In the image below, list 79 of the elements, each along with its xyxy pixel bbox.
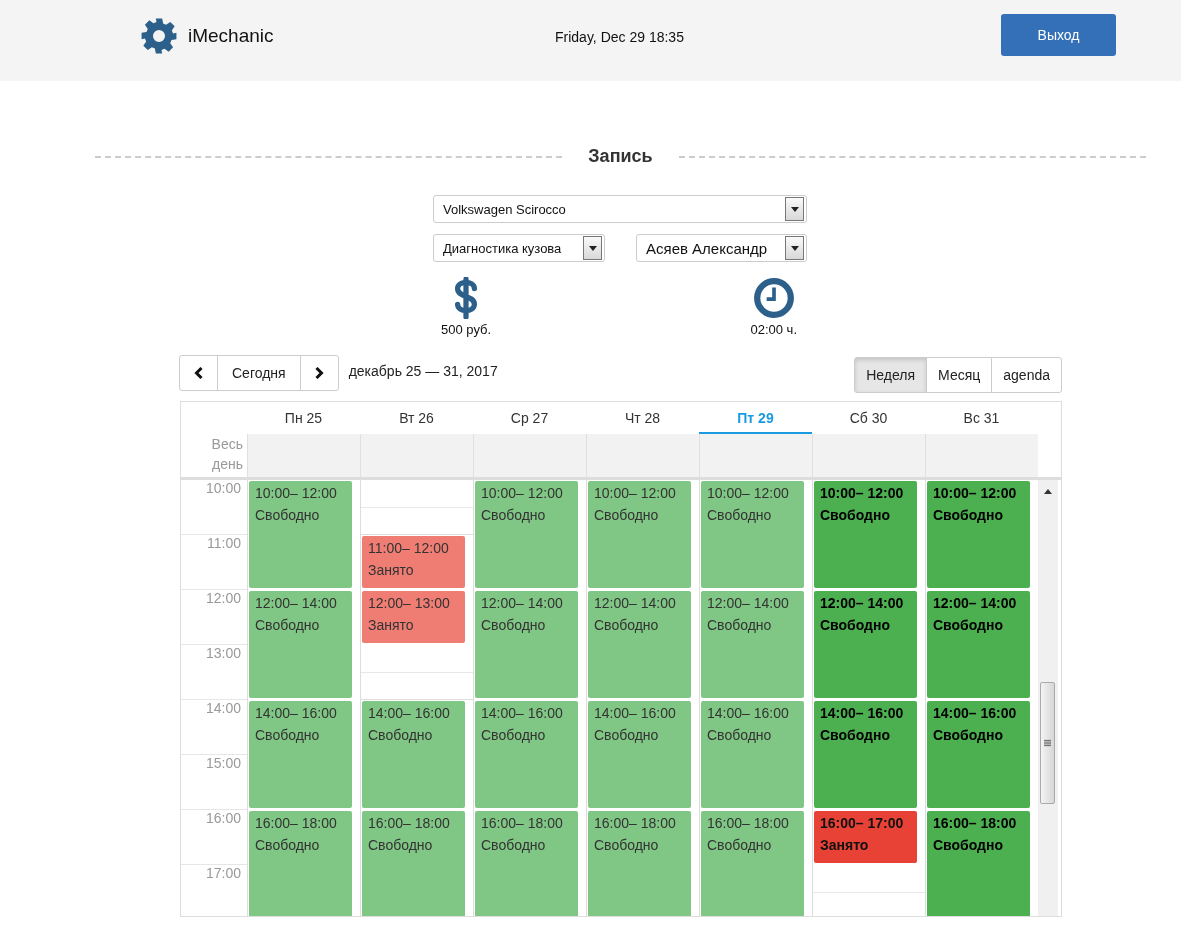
day-header: Ср 27 — [509, 409, 550, 428]
gear-icon — [140, 16, 178, 55]
next-button[interactable] — [299, 355, 339, 391]
all-day-cell[interactable] — [360, 434, 473, 477]
day-column[interactable]: 10:00– 12:00 Свободно 12:00– 14:00 Свободно 14:00– 16:00 Свободно 16:00– 17:00 Занято — [812, 480, 925, 916]
all-day-cell[interactable] — [925, 434, 1038, 477]
event-block[interactable]: 12:00– 14:00 Свободно — [475, 591, 578, 698]
day-header: Вт 26 — [398, 409, 435, 428]
service-select[interactable]: Диагностика кузова — [433, 234, 605, 262]
logout-button[interactable]: Выход — [1001, 13, 1116, 56]
all-day-cell[interactable] — [586, 434, 699, 477]
dollar-icon — [453, 277, 480, 319]
scroll-up-icon — [1044, 489, 1052, 494]
previous-button[interactable] — [179, 355, 218, 391]
event-block[interactable]: 16:00– 18:00 Свободно — [701, 811, 804, 916]
all-day-cell[interactable] — [812, 434, 925, 477]
day-header: Пн 25 — [283, 409, 324, 428]
hour-label: 14:00 — [205, 700, 241, 716]
mechanic-select[interactable]: Асяев Александр — [636, 234, 807, 262]
event-block[interactable]: 12:00– 14:00 Свободно — [588, 591, 691, 698]
event-block[interactable]: 10:00– 12:00 Свободно — [814, 481, 917, 588]
hour-label: 13:00 — [205, 645, 241, 661]
event-block[interactable]: 14:00– 16:00 Свободно — [475, 701, 578, 808]
day-header: Вс 31 — [962, 409, 1001, 428]
day-header: Чт 28 — [623, 409, 662, 428]
event-block[interactable]: 12:00– 14:00 Свободно — [249, 591, 352, 698]
event-block[interactable]: 16:00– 18:00 Свободно — [927, 811, 1030, 916]
view-tab[interactable]: agenda — [991, 357, 1062, 393]
view-tab[interactable]: Неделя — [854, 357, 928, 393]
day-column[interactable]: 11:00– 12:00 Занято 12:00– 13:00 Занято 14:00– 16:00 Свободно 16:00– 18:00 Свободно — [360, 480, 473, 916]
hour-label: 16:00 — [205, 810, 241, 826]
car-select[interactable]: Volkswagen Scirocco — [433, 195, 807, 223]
hour-label: 11:00 — [207, 535, 241, 551]
day-header: Сб 30 — [848, 409, 889, 428]
event-block[interactable]: 14:00– 16:00 Свободно — [927, 701, 1030, 808]
event-block[interactable]: 12:00– 14:00 Свободно — [701, 591, 804, 698]
today-button[interactable]: Сегодня — [217, 355, 301, 391]
event-block[interactable]: 16:00– 18:00 Свободно — [362, 811, 465, 916]
app-name: iMechanic — [188, 24, 274, 47]
event-block[interactable]: 14:00– 16:00 Свободно — [362, 701, 465, 808]
hour-label: 10:00 — [205, 480, 241, 496]
event-block[interactable]: 16:00– 18:00 Свободно — [588, 811, 691, 916]
event-block[interactable]: 14:00– 16:00 Свободно — [701, 701, 804, 808]
scrollbar[interactable] — [1038, 480, 1058, 916]
hour-label: 17:00 — [205, 865, 241, 881]
event-block[interactable]: 16:00– 18:00 Свободно — [475, 811, 578, 916]
chevron-right-icon — [314, 367, 324, 379]
hour-label: 12:00 — [205, 590, 241, 606]
event-block[interactable]: 12:00– 14:00 Свободно — [814, 591, 917, 698]
event-block[interactable]: 12:00– 14:00 Свободно — [927, 591, 1030, 698]
caret-icon — [790, 245, 799, 251]
view-tab[interactable]: Месяц — [926, 357, 993, 393]
event-block[interactable]: 10:00– 12:00 Свободно — [475, 481, 578, 588]
event-block[interactable]: 14:00– 16:00 Свободно — [814, 701, 917, 808]
all-day-label: Весь день — [210, 435, 244, 474]
event-block[interactable]: 10:00– 12:00 Свободно — [588, 481, 691, 588]
event-block[interactable]: 16:00– 18:00 Свободно — [249, 811, 352, 916]
clock-icon — [752, 277, 795, 319]
all-day-cell[interactable] — [699, 434, 812, 477]
all-day-cell[interactable] — [247, 434, 360, 477]
scroll-thumb[interactable] — [1040, 682, 1055, 804]
event-block[interactable]: 14:00– 16:00 Свободно — [249, 701, 352, 808]
event-block[interactable]: 16:00– 17:00 Занято — [814, 811, 917, 863]
event-block[interactable]: 10:00– 12:00 Свободно — [701, 481, 804, 588]
caret-icon — [790, 206, 799, 212]
duration-text: 02:00 ч. — [750, 322, 797, 337]
section-title: Запись — [588, 146, 653, 167]
caret-icon — [588, 245, 597, 251]
event-block[interactable]: 12:00– 13:00 Занято — [362, 591, 465, 643]
event-block[interactable]: 11:00– 12:00 Занято — [362, 536, 465, 588]
event-block[interactable]: 14:00– 16:00 Свободно — [588, 701, 691, 808]
price-text: 500 руб. — [441, 322, 492, 337]
date-range: декабрь 25 — 31, 2017 — [348, 363, 498, 379]
chevron-left-icon — [194, 367, 203, 379]
hour-label: 15:00 — [205, 755, 241, 771]
event-block[interactable]: 10:00– 12:00 Свободно — [249, 481, 352, 588]
all-day-cell[interactable] — [473, 434, 586, 477]
date-time: Friday, Dec 29 18:35 — [555, 28, 684, 45]
event-block[interactable]: 10:00– 12:00 Свободно — [927, 481, 1030, 588]
